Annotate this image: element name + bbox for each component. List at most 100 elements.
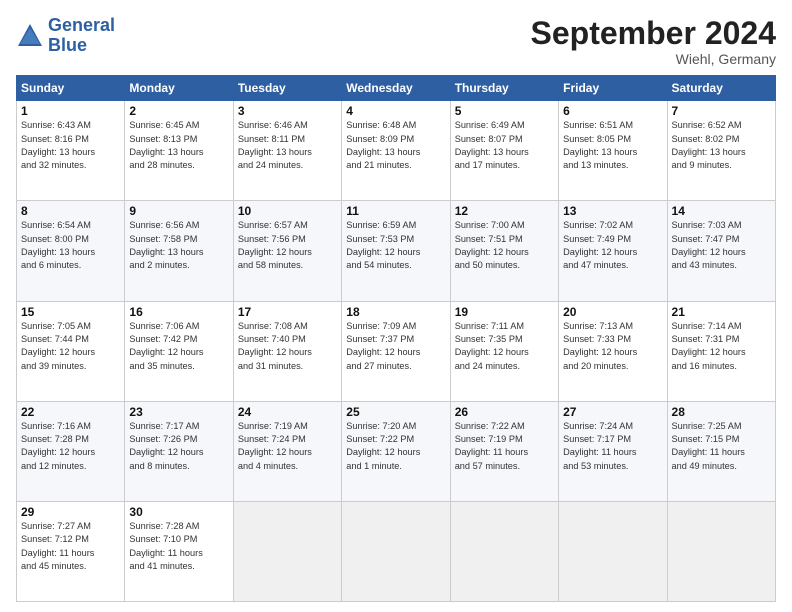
calendar-table: Sunday Monday Tuesday Wednesday Thursday… <box>16 75 776 602</box>
table-row <box>233 501 341 601</box>
day-number: 10 <box>238 204 337 218</box>
day-info: Sunrise: 7:11 AM Sunset: 7:35 PM Dayligh… <box>455 320 554 373</box>
day-info: Sunrise: 6:49 AM Sunset: 8:07 PM Dayligh… <box>455 119 554 172</box>
col-sunday: Sunday <box>17 76 125 101</box>
table-row: 29Sunrise: 7:27 AM Sunset: 7:12 PM Dayli… <box>17 501 125 601</box>
calendar-week-row: 1Sunrise: 6:43 AM Sunset: 8:16 PM Daylig… <box>17 101 776 201</box>
col-thursday: Thursday <box>450 76 558 101</box>
day-info: Sunrise: 6:57 AM Sunset: 7:56 PM Dayligh… <box>238 219 337 272</box>
col-saturday: Saturday <box>667 76 775 101</box>
day-info: Sunrise: 6:43 AM Sunset: 8:16 PM Dayligh… <box>21 119 120 172</box>
logo-line1: General <box>48 15 115 35</box>
day-number: 9 <box>129 204 228 218</box>
day-number: 4 <box>346 104 445 118</box>
day-number: 25 <box>346 405 445 419</box>
table-row: 4Sunrise: 6:48 AM Sunset: 8:09 PM Daylig… <box>342 101 450 201</box>
day-info: Sunrise: 7:13 AM Sunset: 7:33 PM Dayligh… <box>563 320 662 373</box>
day-info: Sunrise: 7:20 AM Sunset: 7:22 PM Dayligh… <box>346 420 445 473</box>
title-area: September 2024 Wiehl, Germany <box>531 16 776 67</box>
day-info: Sunrise: 7:09 AM Sunset: 7:37 PM Dayligh… <box>346 320 445 373</box>
day-number: 3 <box>238 104 337 118</box>
table-row <box>342 501 450 601</box>
logo-text: General Blue <box>48 16 115 56</box>
table-row: 24Sunrise: 7:19 AM Sunset: 7:24 PM Dayli… <box>233 401 341 501</box>
day-info: Sunrise: 7:28 AM Sunset: 7:10 PM Dayligh… <box>129 520 228 573</box>
day-number: 28 <box>672 405 771 419</box>
table-row: 5Sunrise: 6:49 AM Sunset: 8:07 PM Daylig… <box>450 101 558 201</box>
day-number: 6 <box>563 104 662 118</box>
table-row: 8Sunrise: 6:54 AM Sunset: 8:00 PM Daylig… <box>17 201 125 301</box>
table-row: 2Sunrise: 6:45 AM Sunset: 8:13 PM Daylig… <box>125 101 233 201</box>
table-row: 30Sunrise: 7:28 AM Sunset: 7:10 PM Dayli… <box>125 501 233 601</box>
day-number: 11 <box>346 204 445 218</box>
calendar-week-row: 22Sunrise: 7:16 AM Sunset: 7:28 PM Dayli… <box>17 401 776 501</box>
table-row <box>667 501 775 601</box>
day-number: 14 <box>672 204 771 218</box>
table-row: 15Sunrise: 7:05 AM Sunset: 7:44 PM Dayli… <box>17 301 125 401</box>
table-row: 17Sunrise: 7:08 AM Sunset: 7:40 PM Dayli… <box>233 301 341 401</box>
day-number: 26 <box>455 405 554 419</box>
month-title: September 2024 <box>531 16 776 51</box>
day-info: Sunrise: 7:02 AM Sunset: 7:49 PM Dayligh… <box>563 219 662 272</box>
col-friday: Friday <box>559 76 667 101</box>
table-row: 12Sunrise: 7:00 AM Sunset: 7:51 PM Dayli… <box>450 201 558 301</box>
table-row: 25Sunrise: 7:20 AM Sunset: 7:22 PM Dayli… <box>342 401 450 501</box>
day-number: 13 <box>563 204 662 218</box>
calendar-header-row: Sunday Monday Tuesday Wednesday Thursday… <box>17 76 776 101</box>
table-row: 7Sunrise: 6:52 AM Sunset: 8:02 PM Daylig… <box>667 101 775 201</box>
logo-line2: Blue <box>48 35 87 55</box>
table-row: 22Sunrise: 7:16 AM Sunset: 7:28 PM Dayli… <box>17 401 125 501</box>
logo-icon <box>16 22 44 50</box>
table-row: 28Sunrise: 7:25 AM Sunset: 7:15 PM Dayli… <box>667 401 775 501</box>
col-tuesday: Tuesday <box>233 76 341 101</box>
day-number: 18 <box>346 305 445 319</box>
col-monday: Monday <box>125 76 233 101</box>
calendar-week-row: 8Sunrise: 6:54 AM Sunset: 8:00 PM Daylig… <box>17 201 776 301</box>
table-row: 3Sunrise: 6:46 AM Sunset: 8:11 PM Daylig… <box>233 101 341 201</box>
calendar-week-row: 15Sunrise: 7:05 AM Sunset: 7:44 PM Dayli… <box>17 301 776 401</box>
table-row: 10Sunrise: 6:57 AM Sunset: 7:56 PM Dayli… <box>233 201 341 301</box>
header: General Blue September 2024 Wiehl, Germa… <box>16 16 776 67</box>
day-number: 7 <box>672 104 771 118</box>
day-info: Sunrise: 7:16 AM Sunset: 7:28 PM Dayligh… <box>21 420 120 473</box>
day-number: 20 <box>563 305 662 319</box>
day-info: Sunrise: 7:08 AM Sunset: 7:40 PM Dayligh… <box>238 320 337 373</box>
day-info: Sunrise: 7:24 AM Sunset: 7:17 PM Dayligh… <box>563 420 662 473</box>
table-row: 21Sunrise: 7:14 AM Sunset: 7:31 PM Dayli… <box>667 301 775 401</box>
day-info: Sunrise: 7:14 AM Sunset: 7:31 PM Dayligh… <box>672 320 771 373</box>
table-row: 16Sunrise: 7:06 AM Sunset: 7:42 PM Dayli… <box>125 301 233 401</box>
table-row: 1Sunrise: 6:43 AM Sunset: 8:16 PM Daylig… <box>17 101 125 201</box>
day-number: 30 <box>129 505 228 519</box>
day-info: Sunrise: 7:22 AM Sunset: 7:19 PM Dayligh… <box>455 420 554 473</box>
table-row: 6Sunrise: 6:51 AM Sunset: 8:05 PM Daylig… <box>559 101 667 201</box>
table-row: 26Sunrise: 7:22 AM Sunset: 7:19 PM Dayli… <box>450 401 558 501</box>
table-row: 18Sunrise: 7:09 AM Sunset: 7:37 PM Dayli… <box>342 301 450 401</box>
table-row: 14Sunrise: 7:03 AM Sunset: 7:47 PM Dayli… <box>667 201 775 301</box>
day-number: 1 <box>21 104 120 118</box>
day-number: 5 <box>455 104 554 118</box>
day-number: 29 <box>21 505 120 519</box>
day-number: 22 <box>21 405 120 419</box>
page: General Blue September 2024 Wiehl, Germa… <box>0 0 792 612</box>
day-info: Sunrise: 7:03 AM Sunset: 7:47 PM Dayligh… <box>672 219 771 272</box>
table-row <box>450 501 558 601</box>
day-info: Sunrise: 7:06 AM Sunset: 7:42 PM Dayligh… <box>129 320 228 373</box>
day-info: Sunrise: 6:45 AM Sunset: 8:13 PM Dayligh… <box>129 119 228 172</box>
day-info: Sunrise: 6:59 AM Sunset: 7:53 PM Dayligh… <box>346 219 445 272</box>
day-info: Sunrise: 7:00 AM Sunset: 7:51 PM Dayligh… <box>455 219 554 272</box>
day-info: Sunrise: 6:48 AM Sunset: 8:09 PM Dayligh… <box>346 119 445 172</box>
day-number: 2 <box>129 104 228 118</box>
day-number: 15 <box>21 305 120 319</box>
col-wednesday: Wednesday <box>342 76 450 101</box>
day-info: Sunrise: 6:54 AM Sunset: 8:00 PM Dayligh… <box>21 219 120 272</box>
day-number: 8 <box>21 204 120 218</box>
day-number: 17 <box>238 305 337 319</box>
day-info: Sunrise: 6:52 AM Sunset: 8:02 PM Dayligh… <box>672 119 771 172</box>
day-number: 27 <box>563 405 662 419</box>
table-row <box>559 501 667 601</box>
table-row: 20Sunrise: 7:13 AM Sunset: 7:33 PM Dayli… <box>559 301 667 401</box>
day-info: Sunrise: 6:46 AM Sunset: 8:11 PM Dayligh… <box>238 119 337 172</box>
day-info: Sunrise: 6:51 AM Sunset: 8:05 PM Dayligh… <box>563 119 662 172</box>
table-row: 19Sunrise: 7:11 AM Sunset: 7:35 PM Dayli… <box>450 301 558 401</box>
day-info: Sunrise: 7:27 AM Sunset: 7:12 PM Dayligh… <box>21 520 120 573</box>
